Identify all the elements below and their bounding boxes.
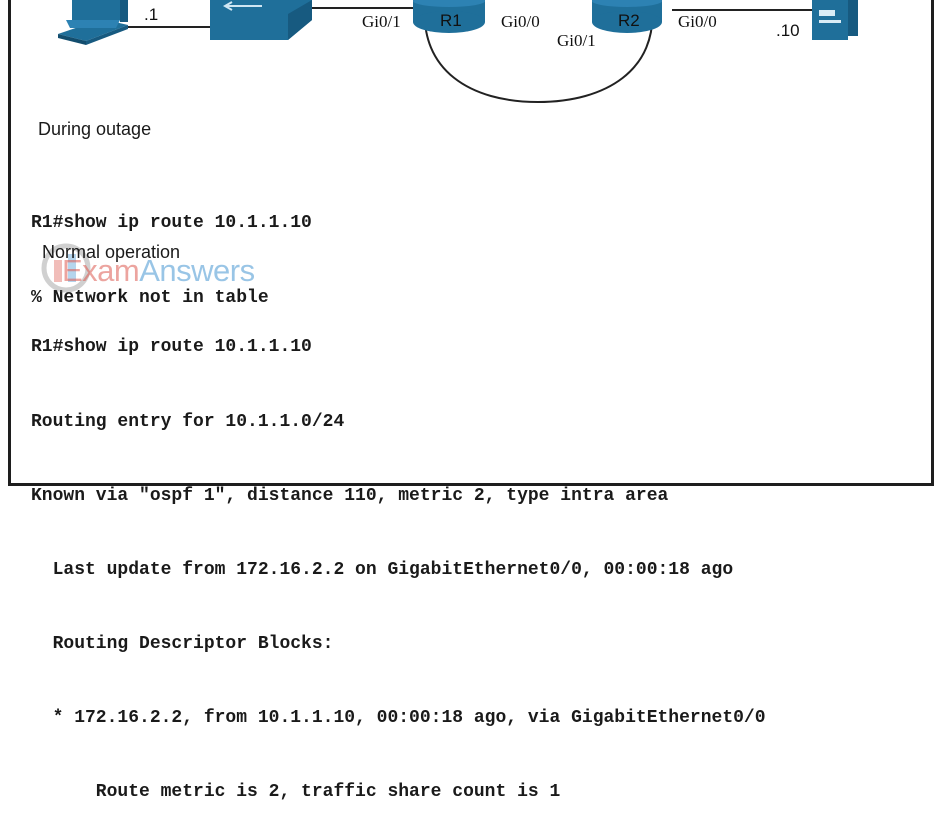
cli-line: Routing entry for 10.1.1.0/24: [31, 411, 345, 432]
server-icon: [812, 0, 858, 40]
r2-gi01-label: Gi0/1: [557, 31, 596, 50]
r2-gi00-label: Gi0/0: [678, 12, 717, 31]
cli-line: * 172.16.2.2, from 10.1.1.10, 00:00:18 a…: [31, 707, 766, 728]
r1-label: R1: [440, 11, 462, 30]
cli-line: Known via "ospf 1", distance 110, metric…: [31, 485, 669, 506]
r1-gi01-label: Gi0/1: [362, 12, 401, 31]
r2-label: R2: [618, 11, 640, 30]
r1-gi00-label: Gi0/0: [501, 12, 540, 31]
normal-heading: Normal operation: [42, 242, 181, 262]
server-address-label: .10: [776, 21, 800, 40]
normal-cli-output: R1#show ip route 10.1.1.10 Routing entry…: [31, 286, 766, 829]
cli-line: Route metric is 2, traffic share count i…: [31, 782, 561, 803]
network-topology: [58, 0, 858, 104]
cli-line: Routing Descriptor Blocks:: [31, 633, 334, 654]
outage-heading: During outage: [38, 119, 152, 139]
switch-icon: [210, 0, 312, 40]
pc-address-label: .1: [144, 5, 159, 24]
cli-line: R1#show ip route 10.1.1.10: [31, 213, 312, 234]
cli-line: Last update from 172.16.2.2 on GigabitEt…: [31, 559, 734, 580]
cli-line: R1#show ip route 10.1.1.10: [31, 337, 312, 358]
pc-icon: [58, 0, 128, 45]
